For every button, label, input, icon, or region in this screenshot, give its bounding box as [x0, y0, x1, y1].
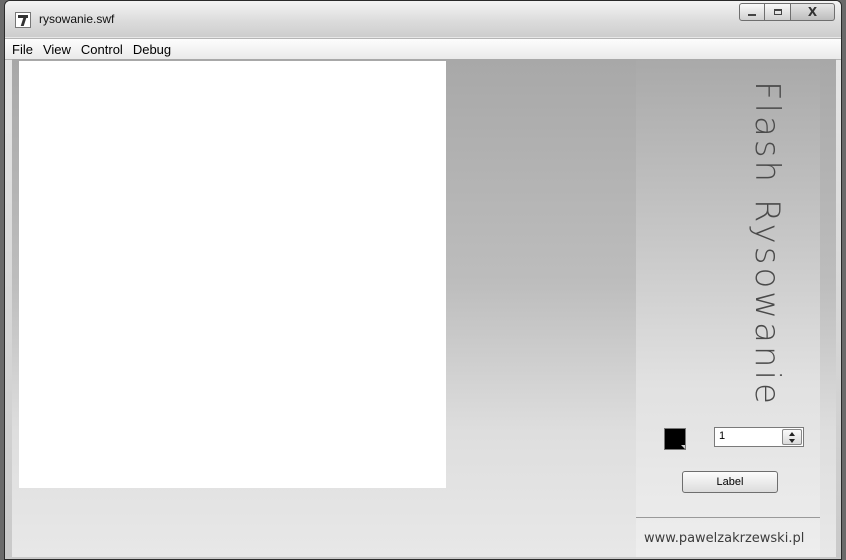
- color-picker-swatch[interactable]: [664, 428, 686, 450]
- app-window: rysowanie.swf X File View Control Debug …: [4, 0, 842, 560]
- author-url: www.pawelzakrzewski.pl: [644, 531, 805, 546]
- maximize-icon: [773, 9, 782, 15]
- drawing-canvas[interactable]: [19, 61, 446, 488]
- menu-bar: File View Control Debug: [5, 38, 841, 60]
- arrow-down-icon: [789, 438, 795, 443]
- maximize-button[interactable]: [765, 3, 791, 21]
- label-button[interactable]: Label: [682, 471, 778, 493]
- minimize-button[interactable]: [739, 3, 765, 21]
- arrow-up-icon: [789, 431, 795, 436]
- menu-debug[interactable]: Debug: [129, 42, 177, 57]
- stepper-down-button[interactable]: [783, 437, 801, 444]
- title-bar[interactable]: rysowanie.swf X: [5, 1, 841, 37]
- panel-divider: [636, 517, 820, 518]
- flash-stage: Flash Rysowanie 1 Label www.pawelzakrzew…: [12, 59, 836, 557]
- close-button[interactable]: X: [791, 3, 835, 21]
- flash-app-icon: [15, 12, 31, 28]
- caption-buttons: X: [739, 3, 835, 23]
- window-title: rysowanie.swf: [39, 12, 115, 26]
- menu-control[interactable]: Control: [77, 42, 129, 57]
- menu-file[interactable]: File: [8, 42, 39, 57]
- brush-size-stepper[interactable]: 1: [714, 427, 804, 447]
- menu-view[interactable]: View: [39, 42, 77, 57]
- stepper-buttons: [782, 429, 802, 445]
- brand-title: Flash Rysowanie: [747, 81, 787, 407]
- close-icon: X: [807, 5, 818, 19]
- tool-panel: Flash Rysowanie 1 Label www.pawelzakrzew…: [636, 59, 820, 557]
- stepper-up-button[interactable]: [783, 430, 801, 437]
- stepper-value[interactable]: 1: [719, 430, 725, 442]
- minimize-icon: [748, 14, 756, 16]
